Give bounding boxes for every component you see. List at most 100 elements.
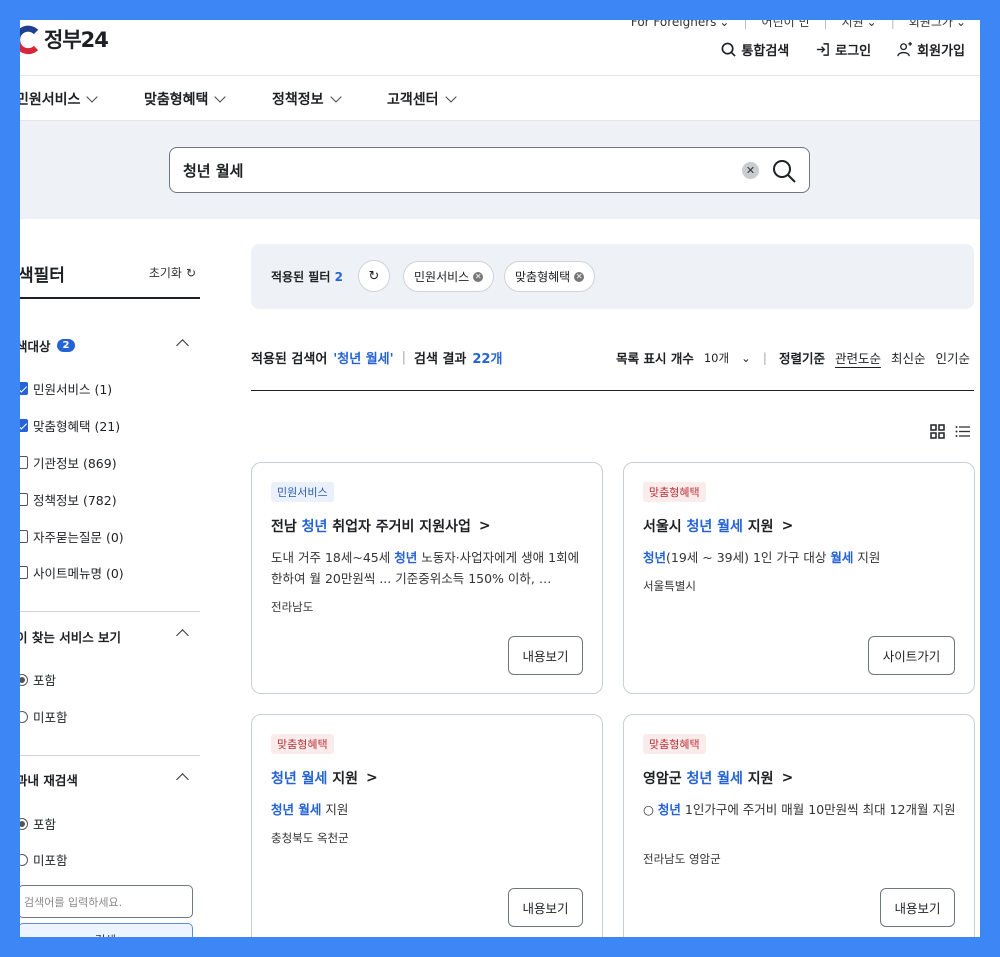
signup-label: 회원가입 [917, 44, 965, 59]
card-title: 청년 월세 지원 [271, 768, 358, 788]
close-icon: ✕ [745, 164, 756, 177]
research-input[interactable]: 검색어를 입력하세요. [20, 885, 193, 918]
filter-chip-benefit[interactable]: 맞춤형혜택 ✕ [504, 261, 596, 292]
checkbox[interactable] [20, 530, 28, 543]
view-detail-button[interactable]: 내용보기 [508, 888, 583, 927]
logo-text: 정부24 [44, 28, 109, 52]
sort-relevance[interactable]: 관련도순 [835, 348, 881, 367]
filter-option-faq[interactable]: 자주묻는질문 (0) [20, 527, 124, 546]
list-controls: 목록 표시 개수 10개 ⌄ | 정렬기준 관련도순 최신순 인기순 [616, 348, 970, 367]
chip-label: 맞춤형혜택 [515, 270, 571, 284]
page-size-label: 목록 표시 개수 [616, 351, 694, 366]
integrated-search-button[interactable]: 통합검색 [721, 40, 789, 59]
list-view-icon[interactable] [955, 424, 970, 439]
applied-query: '청년 월세' [333, 352, 394, 367]
filter-option-policy[interactable]: 정책정보 (782) [20, 490, 117, 509]
search-area: ✕ [20, 121, 980, 219]
clear-search-button[interactable]: ✕ [742, 162, 759, 179]
view-detail-button[interactable]: 내용보기 [880, 888, 955, 927]
desc-text: (19세 ~ 39세) 1인 가구 대상 [666, 550, 831, 565]
chevron-down-icon [444, 90, 457, 103]
radio[interactable] [20, 853, 28, 866]
divider: | [762, 350, 767, 365]
checkbox[interactable] [20, 493, 28, 506]
nav-label: 정책정보 [272, 92, 324, 108]
filter-option-exclude[interactable]: 미포함 [20, 707, 68, 726]
category-tag: 맞춤형혜택 [643, 734, 706, 754]
filter-section-title: 과내 재검색 [20, 770, 78, 789]
filter-option-menu[interactable]: 사이트메뉴명 (0) [20, 563, 124, 582]
research-button[interactable]: 검색 [20, 923, 193, 937]
grid-view-icon[interactable] [930, 424, 945, 439]
desc-text: ○ [643, 802, 658, 817]
card-region: 서울특별시 [643, 579, 696, 593]
title-text: 지원 [742, 519, 774, 535]
chevron-up-icon[interactable] [176, 773, 189, 786]
option-label: 자주묻는질문 (0) [33, 530, 124, 545]
page-size-select[interactable]: 10개 ⌄ [704, 350, 751, 366]
chevron-right-icon: > [781, 518, 794, 534]
close-icon[interactable]: ✕ [473, 271, 484, 282]
nav-policy-info[interactable]: 정책정보 [272, 89, 342, 109]
desc-highlight: 청년 [394, 550, 418, 565]
card-title-link[interactable]: 영암군 청년 월세 지원 > [643, 768, 793, 788]
filter-option-agency[interactable]: 기관정보 (869) [20, 453, 117, 472]
card-title-link[interactable]: 서울시 청년 월세 지원 > [643, 516, 793, 536]
util-link-kids[interactable]: 어린이 민 [762, 20, 810, 30]
applied-filter-label: 적용된 필터 2 [271, 268, 343, 285]
divider [20, 755, 200, 756]
add-user-icon [897, 42, 913, 57]
chevron-right-icon: > [478, 518, 491, 534]
signup-button[interactable]: 회원가입 [897, 40, 965, 59]
header-actions: 통합검색 로그인 회원가입 [721, 40, 965, 59]
filter-option-include[interactable]: 포함 [20, 670, 56, 689]
reset-filter-button[interactable]: 초기화 ↻ [149, 264, 196, 281]
desc-highlight: 청년 [643, 550, 667, 565]
login-icon [817, 43, 830, 56]
research-option-include[interactable]: 포함 [20, 814, 56, 833]
checkbox[interactable] [20, 566, 28, 579]
util-link-support[interactable]: 지원 ⌄ [842, 20, 877, 30]
go-to-site-button[interactable]: 사이트가기 [868, 636, 955, 675]
chevron-up-icon[interactable] [176, 629, 189, 642]
util-link-label: 지원 [841, 20, 864, 29]
divider: | [401, 350, 407, 365]
card-title-link[interactable]: 청년 월세 지원 > [271, 768, 378, 788]
sort-latest[interactable]: 최신순 [891, 348, 926, 367]
nav-label: 민원서비스 [20, 92, 81, 108]
login-button[interactable]: 로그인 [815, 40, 871, 59]
login-label: 로그인 [835, 44, 872, 59]
close-icon[interactable]: ✕ [574, 271, 585, 282]
util-link-member[interactable]: 회원그가 ⌄ [909, 20, 966, 30]
checkbox[interactable] [20, 456, 28, 469]
desc-highlight: 월세 [830, 550, 854, 565]
refresh-filters-button[interactable]: ↻ [358, 260, 390, 292]
filter-option-civil[interactable]: 민원서비스 (1) [20, 379, 112, 398]
filter-option-benefit[interactable]: 맞춤형혜택 (21) [20, 416, 120, 435]
filter-header: 색필터 초기화 ↻ [20, 261, 200, 299]
chevron-up-icon[interactable] [176, 339, 189, 352]
search-submit-button[interactable] [770, 157, 798, 185]
nav-customer-center[interactable]: 고객센터 [387, 89, 457, 109]
view-detail-button[interactable]: 내용보기 [508, 636, 583, 675]
sort-popular[interactable]: 인기순 [935, 348, 970, 367]
checkbox[interactable] [20, 382, 28, 395]
category-tag: 민원서비스 [271, 482, 334, 502]
card-title-link[interactable]: 전남 청년 취업자 주거비 지원사업 > [271, 516, 491, 536]
checkbox[interactable] [20, 419, 28, 432]
chevron-down-icon [214, 90, 227, 103]
radio[interactable] [20, 673, 28, 686]
divider: | [890, 20, 895, 29]
filter-chip-civil[interactable]: 민원서비스 ✕ [403, 261, 495, 292]
integrated-search-label: 통합검색 [741, 44, 790, 59]
nav-custom-benefit[interactable]: 맞춤형혜택 [144, 89, 227, 109]
filter-section-title: 이 찾는 서비스 보기 [20, 627, 121, 646]
util-link-foreigners[interactable]: For Foreigners ⌄ [631, 20, 730, 30]
site-logo[interactable]: 정부24 [20, 22, 109, 56]
radio[interactable] [20, 817, 28, 830]
nav-civil-service[interactable]: 민원서비스 [20, 89, 99, 109]
radio[interactable] [20, 710, 28, 723]
card-title: 전남 청년 취업자 주거비 지원사업 [271, 516, 471, 536]
search-input[interactable] [183, 159, 723, 181]
research-option-exclude[interactable]: 미포함 [20, 850, 68, 869]
